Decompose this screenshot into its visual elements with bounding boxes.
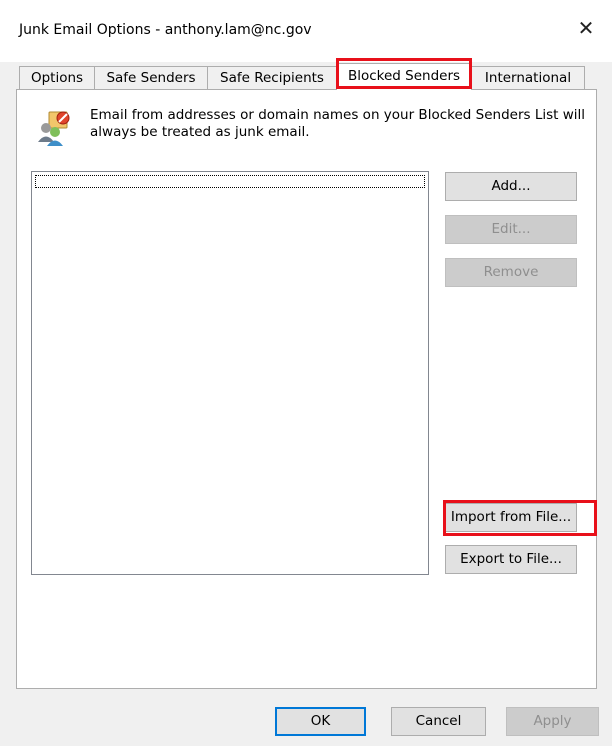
blocked-senders-panel: Email from addresses or domain names on … <box>16 89 597 689</box>
ok-button[interactable]: OK <box>275 707 366 736</box>
list-focus-rectangle <box>35 175 425 188</box>
export-to-file-button[interactable]: Export to File... <box>445 545 577 574</box>
cancel-button[interactable]: Cancel <box>391 707 486 736</box>
tab-international[interactable]: International <box>471 66 585 89</box>
edit-button[interactable]: Edit... <box>445 215 577 244</box>
add-button[interactable]: Add... <box>445 172 577 201</box>
tab-blocked-senders[interactable]: Blocked Senders <box>336 63 472 90</box>
close-icon[interactable]: ✕ <box>574 16 598 40</box>
title-bar: Junk Email Options - anthony.lam@nc.gov … <box>0 0 612 62</box>
panel-description: Email from addresses or domain names on … <box>90 107 585 140</box>
window-title: Junk Email Options - anthony.lam@nc.gov <box>19 22 312 38</box>
tab-safe-senders[interactable]: Safe Senders <box>94 66 208 89</box>
blocked-senders-list[interactable] <box>31 171 429 575</box>
import-from-file-button[interactable]: Import from File... <box>445 503 577 532</box>
blocked-senders-icon <box>38 111 70 146</box>
tab-options[interactable]: Options <box>19 66 95 89</box>
tab-safe-recipients[interactable]: Safe Recipients <box>207 66 337 89</box>
remove-button[interactable]: Remove <box>445 258 577 287</box>
apply-button[interactable]: Apply <box>506 707 599 736</box>
